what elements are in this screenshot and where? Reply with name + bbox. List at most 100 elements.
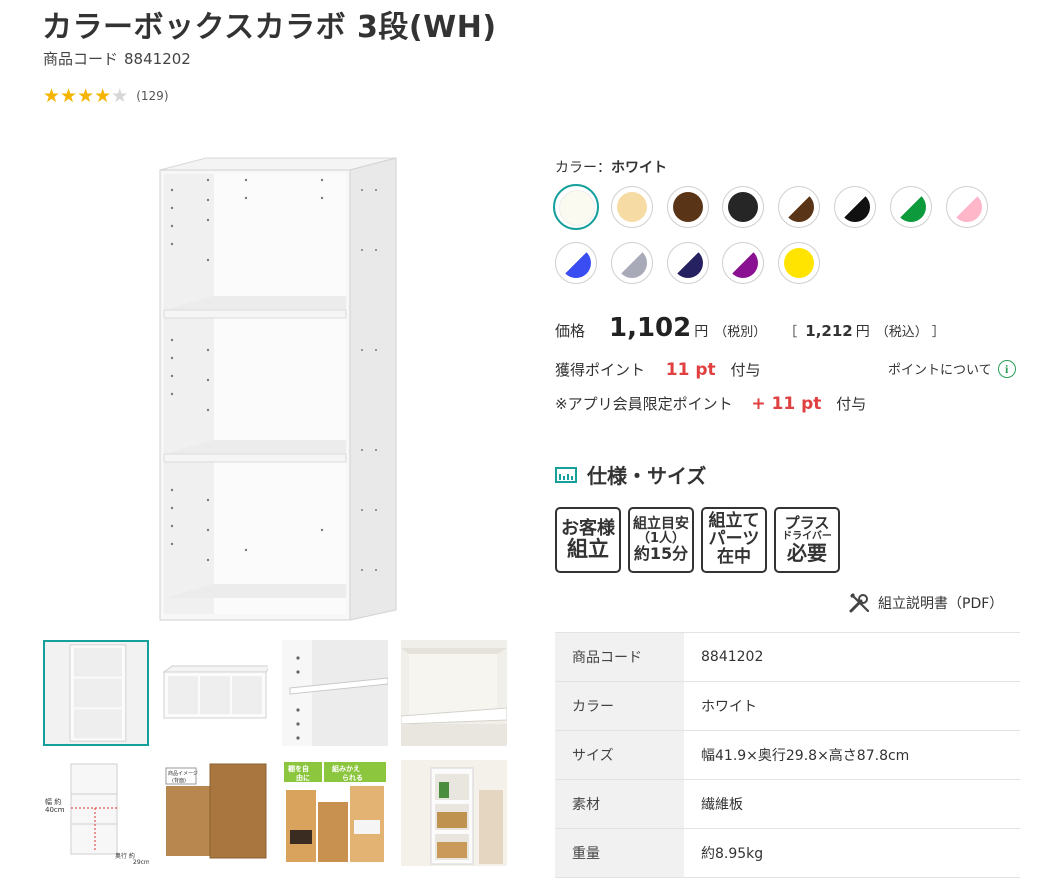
badge-assembly-time: 組立目安 （1人） 約15分 xyxy=(628,507,694,573)
badge-line: 約15分 xyxy=(633,543,689,563)
spec-value: 繊維板 xyxy=(684,779,1020,829)
badge-customer-assembly: お客様 組立 xyxy=(555,507,621,573)
color-swatch-natural[interactable] xyxy=(610,186,653,228)
color-label-text: カラー： xyxy=(555,160,611,176)
thumbnail-1[interactable] xyxy=(43,640,149,746)
star-icon: ★ xyxy=(77,85,95,107)
badge-line: 組立 xyxy=(567,537,609,562)
table-row: 商品コード 8841202 xyxy=(555,632,1020,682)
price-tax-note: （税別） xyxy=(714,325,767,340)
tools-icon xyxy=(849,593,870,613)
image-note-label: 商品イメージ xyxy=(168,770,198,777)
price-row: 価格 1,102 円 （税別） ［ 1,212 円 （税込） ］ xyxy=(555,313,945,343)
rating[interactable]: ★ ★ ★ ★ ★ (129) xyxy=(43,86,169,106)
product-code-value: 8841202 xyxy=(124,50,191,68)
main-product-image[interactable] xyxy=(150,150,410,630)
swatch-fill xyxy=(840,192,870,222)
thumbnail-3[interactable] xyxy=(282,640,388,746)
app-points-suffix: 付与 xyxy=(836,395,867,413)
swatch-fill xyxy=(951,192,982,222)
swatch-fill xyxy=(672,192,703,222)
thumbnail-4[interactable] xyxy=(401,640,507,746)
spec-heading: 仕様・サイズ xyxy=(555,460,706,489)
info-icon[interactable]: i xyxy=(997,359,1016,378)
thumbnail-8[interactable] xyxy=(401,760,507,866)
badge-parts-included: 組立て パーツ 在中 xyxy=(701,507,767,573)
price-yen: 円 xyxy=(694,324,709,340)
spec-key: 素材 xyxy=(555,779,684,829)
dim-width-label: 幅 約 xyxy=(45,797,61,806)
table-row: サイズ 幅41.9×奥行29.8×高さ87.8cm xyxy=(555,730,1020,780)
price-tax-in-yen: 円 xyxy=(855,324,870,340)
spec-key: 重量 xyxy=(555,828,684,878)
bracket-close: ］ xyxy=(931,325,945,340)
swatch-fill xyxy=(672,248,703,278)
color-swatch-gray-white[interactable] xyxy=(610,242,653,284)
color-swatch-green-white[interactable] xyxy=(889,186,932,228)
price-label: 価格 xyxy=(555,322,586,340)
color-swatch-brown-white[interactable] xyxy=(778,186,821,228)
product-code: 商品コード 8841202 xyxy=(43,48,191,69)
badge-line: お客様 xyxy=(561,517,615,539)
star-empty-icon: ★ xyxy=(111,85,129,107)
dim-depth-label: 奥行 約 xyxy=(115,852,135,860)
price-value: 1,102 xyxy=(609,313,692,343)
thumbnail-6[interactable]: 商品イメージ (背面) xyxy=(162,760,268,866)
swatch-fill xyxy=(784,192,815,222)
spec-key: カラー xyxy=(555,681,684,731)
thumbnail-5[interactable]: 幅 約 40cm 奥行 約 29cm xyxy=(43,760,149,866)
swatch-fill xyxy=(728,192,759,222)
banner-word-2: 由に xyxy=(296,773,310,782)
color-swatch-blue-white[interactable] xyxy=(555,242,597,284)
spec-value: ホワイト xyxy=(684,681,1020,731)
banner-word-1: 棚を自 xyxy=(288,764,309,773)
image-note-sub: (背面) xyxy=(172,777,186,784)
dim-width-value: 40cm xyxy=(45,806,65,814)
badge-screwdriver-required: プラス ドライバー 必要 xyxy=(774,507,840,573)
thumbnail-7[interactable]: 棚を自 由に 組みかえ られる xyxy=(282,760,388,866)
earned-points-suffix: 付与 xyxy=(730,361,761,379)
color-swatch-black-white[interactable] xyxy=(834,186,876,228)
star-icon: ★ xyxy=(94,85,112,107)
thumb-inside-image xyxy=(401,640,507,746)
badge-line: 組立目安 xyxy=(633,516,689,533)
assembly-manual-link[interactable]: 組立説明書（PDF） xyxy=(848,592,1003,614)
color-swatch-yellow[interactable] xyxy=(778,242,821,284)
points-about-link[interactable]: ポイントについて i xyxy=(888,359,1016,378)
color-swatch-navy-white[interactable] xyxy=(666,242,709,284)
thumb-horizontal-image xyxy=(162,640,268,746)
badge-line: 必要 xyxy=(787,540,827,565)
badge-line: 在中 xyxy=(717,546,751,567)
color-swatch-white[interactable] xyxy=(553,184,599,230)
color-swatch-purple-white[interactable] xyxy=(722,242,765,284)
bracket-open: ［ xyxy=(784,325,798,340)
star-icon: ★ xyxy=(60,85,78,107)
color-swatch-pink-white[interactable] xyxy=(945,186,988,228)
assembly-manual-text[interactable]: 組立説明書（PDF） xyxy=(878,593,1003,613)
thumb-room-shelves-image: 棚を自 由に 組みかえ られる xyxy=(282,760,388,866)
spec-key: 商品コード xyxy=(555,632,684,682)
app-points-value: + 11 pt xyxy=(751,394,822,414)
app-points-row: ※アプリ会員限定ポイント + 11 pt 付与 xyxy=(555,393,866,414)
price-tax-in-note: （税込） xyxy=(875,325,928,340)
table-row: カラー ホワイト xyxy=(555,681,1020,731)
swatch-fill xyxy=(616,248,647,278)
spec-heading-text: 仕様・サイズ xyxy=(587,464,707,488)
thumb-dimensions-image: 幅 約 40cm 奥行 約 29cm xyxy=(43,760,149,866)
swatch-fill xyxy=(616,192,647,222)
earned-points-label: 獲得ポイント xyxy=(555,361,646,379)
thumbnail-2[interactable] xyxy=(162,640,268,746)
color-swatch-brown[interactable] xyxy=(666,186,709,228)
points-about-text[interactable]: ポイントについて xyxy=(888,359,992,378)
banner-word-4: られる xyxy=(342,774,363,782)
review-count[interactable]: (129) xyxy=(136,89,168,103)
color-swatch-black[interactable] xyxy=(722,186,765,228)
badge-line: プラス xyxy=(784,514,830,533)
banner-word-3: 組みかえ xyxy=(332,764,360,773)
color-box-illustration xyxy=(159,157,397,621)
spec-value: 幅41.9×奥行29.8×高さ87.8cm xyxy=(684,730,1020,780)
swatch-fill xyxy=(728,248,759,278)
color-label: カラー：ホワイト xyxy=(555,157,667,177)
product-title: カラーボックスカラボ 3段(WH) xyxy=(42,10,497,45)
product-code-label: 商品コード xyxy=(43,50,119,68)
